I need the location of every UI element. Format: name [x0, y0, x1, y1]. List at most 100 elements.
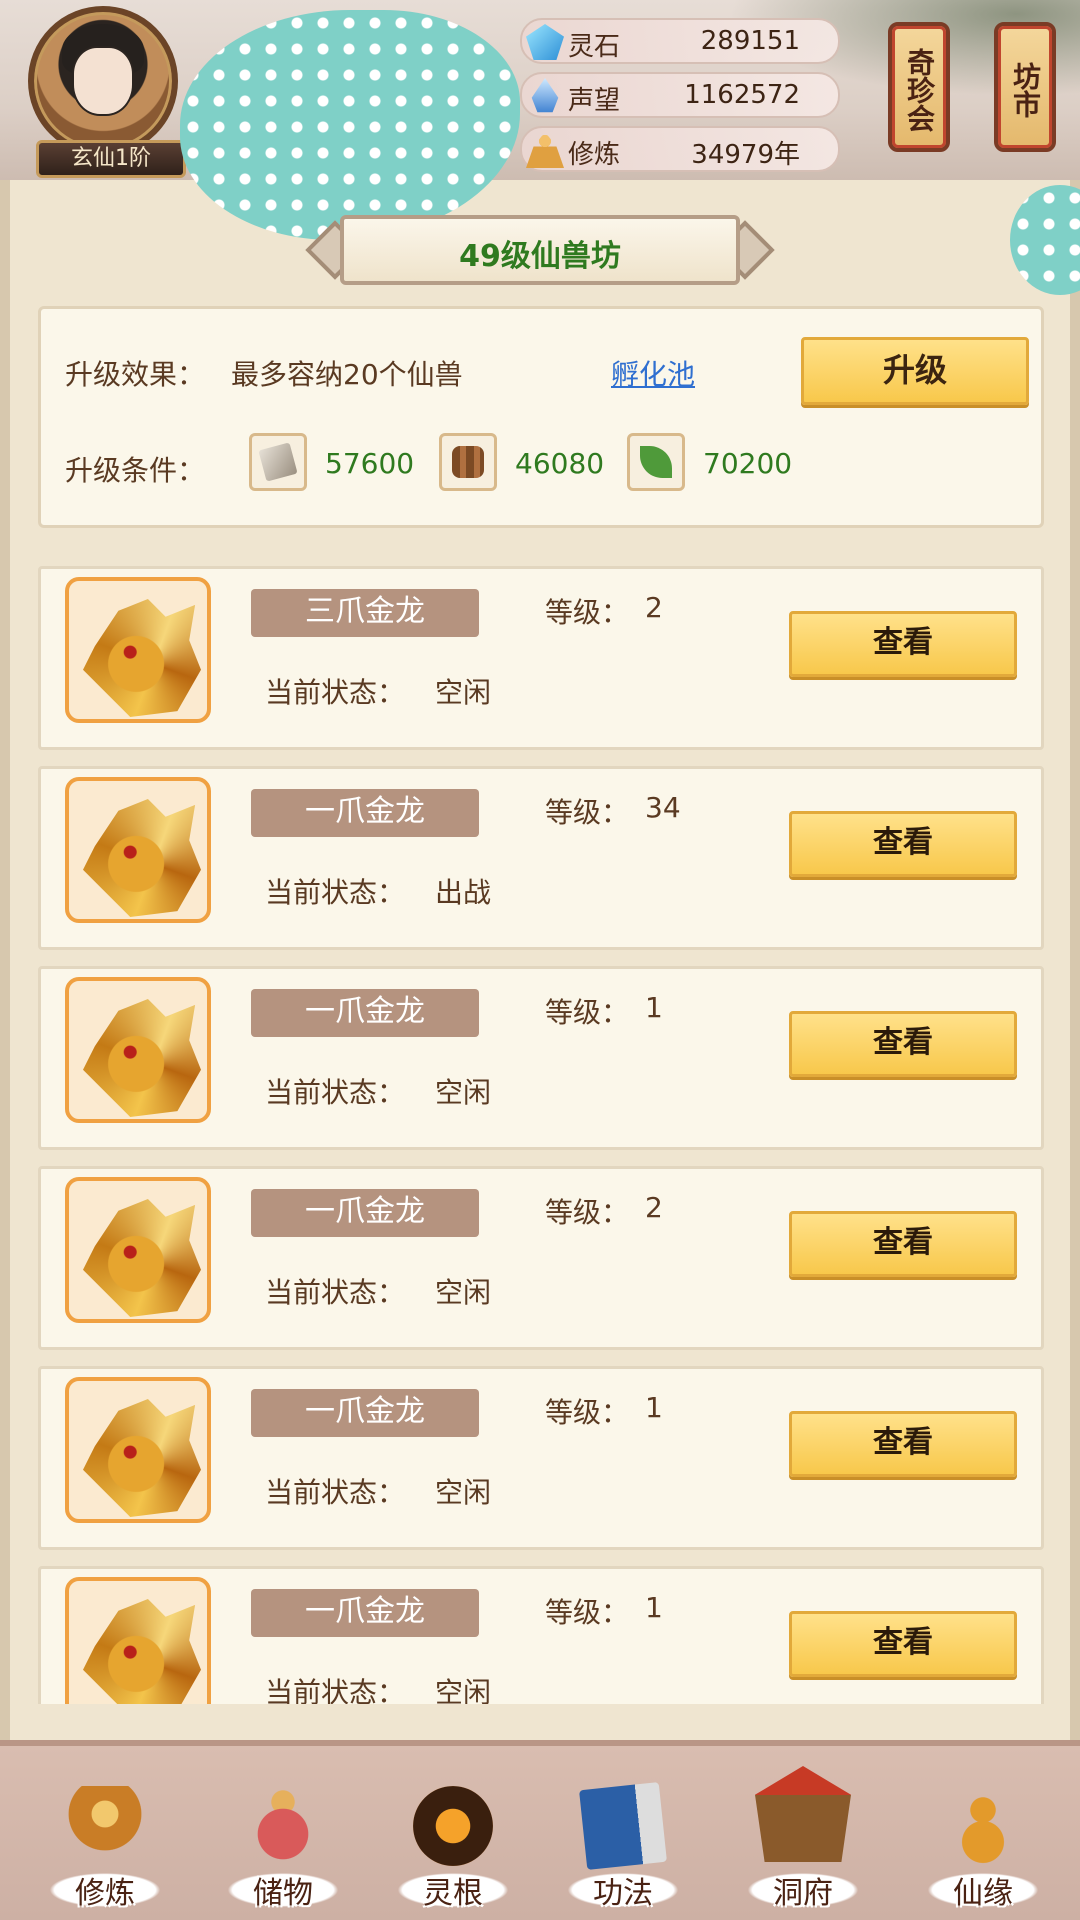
nav-label: 仙缘 [953, 1876, 1013, 1911]
beast-level-value: 1 [645, 991, 663, 1024]
beast-level-value: 2 [645, 1191, 663, 1224]
beast-status-label: 当前状态： [265, 1076, 406, 1109]
beast-name-tag: 一爪金龙 [251, 1389, 479, 1437]
resource-label: 灵石 [568, 32, 621, 62]
beast-list-item: 一爪金龙 等级： 1 当前状态： 空闲 查看 [38, 1366, 1044, 1550]
beast-name-tag: 三爪金龙 [251, 589, 479, 637]
nav-label: 修炼 [75, 1876, 135, 1911]
beast-list[interactable]: 三爪金龙 等级： 2 当前状态： 空闲 查看 一爪金龙 等级： 34 当前状态：… [38, 566, 1044, 1704]
beast-status-value: 空闲 [435, 1276, 492, 1309]
upgrade-info-box: 升级效果： 最多容纳20个仙兽 孵化池 升级 升级条件： 57600 46080… [38, 306, 1044, 528]
beast-list-item: 一爪金龙 等级： 1 当前状态： 空闲 查看 [38, 1566, 1044, 1704]
avatar-face [72, 46, 134, 116]
upgrade-effect-text: 最多容纳20个仙兽 [231, 358, 463, 391]
resource-spirit-stone: 灵石 289151 [520, 18, 840, 64]
beast-status-label: 当前状态： [265, 1276, 406, 1309]
golden-dragon-icon [83, 999, 201, 1117]
beast-status-value: 空闲 [435, 1676, 492, 1704]
beast-portrait[interactable] [65, 1377, 211, 1523]
beast-list-item: 一爪金龙 等级： 2 当前状态： 空闲 查看 [38, 1166, 1044, 1350]
nav-label: 洞府 [773, 1876, 833, 1911]
beast-portrait[interactable] [65, 1577, 211, 1704]
beast-level-label: 等级： [545, 1196, 630, 1229]
title-banner: 49级仙兽坊 [300, 215, 780, 285]
resource-label: 修炼 [568, 140, 621, 170]
wood-material-icon [439, 433, 497, 491]
reputation-icon [531, 78, 559, 113]
beast-name-tag: 一爪金龙 [251, 1189, 479, 1237]
scroll-material-icon [249, 433, 307, 491]
golden-dragon-icon [83, 599, 201, 717]
beast-level-value: 1 [645, 1391, 663, 1424]
beast-level-label: 等级： [545, 1596, 630, 1629]
beast-name-tag: 一爪金龙 [251, 789, 479, 837]
hatching-pool-link[interactable]: 孵化池 [611, 353, 695, 393]
immortal-fate-icon [943, 1786, 1023, 1866]
golden-dragon-icon [83, 1599, 201, 1704]
player-avatar[interactable]: 玄仙1阶 [28, 6, 190, 178]
bottom-nav: 修炼 储物 灵根 功法 洞府 仙缘 [0, 1740, 1080, 1920]
condition-value: 57600 [325, 447, 415, 480]
nav-item-technique[interactable]: 功法 [548, 1782, 698, 1920]
view-button[interactable]: 查看 [789, 811, 1017, 877]
beast-list-item: 三爪金龙 等级： 2 当前状态： 空闲 查看 [38, 566, 1044, 750]
herb-material-icon [627, 433, 685, 491]
view-button[interactable]: 查看 [789, 1211, 1017, 1277]
cultivation-nav-icon [65, 1786, 145, 1866]
beast-status-label: 当前状态： [265, 676, 406, 709]
nav-label: 灵根 [423, 1876, 483, 1911]
beast-level-value: 34 [645, 791, 681, 824]
beast-status-value: 空闲 [435, 1076, 492, 1109]
lantern-label: 坊市 [1009, 62, 1042, 118]
beast-name-tag: 一爪金龙 [251, 1589, 479, 1637]
beast-level-value: 2 [645, 591, 663, 624]
beast-portrait[interactable] [65, 577, 211, 723]
view-button[interactable]: 查看 [789, 1611, 1017, 1677]
view-button[interactable]: 查看 [789, 1411, 1017, 1477]
beast-status-label: 当前状态： [265, 1476, 406, 1509]
beast-level-label: 等级： [545, 1396, 630, 1429]
nav-label: 功法 [593, 1876, 653, 1911]
resource-reputation: 声望 1162572 [520, 72, 840, 118]
beast-portrait[interactable] [65, 1177, 211, 1323]
beast-status-value: 空闲 [435, 676, 492, 709]
beast-portrait[interactable] [65, 777, 211, 923]
nav-item-cultivation[interactable]: 修炼 [30, 1786, 180, 1920]
beast-status-value: 出战 [435, 876, 492, 909]
upgrade-condition-label: 升级条件： [65, 454, 206, 487]
lantern-label: 奇珍会 [903, 48, 936, 132]
nav-label: 储物 [253, 1876, 313, 1911]
top-header: 玄仙1阶 灵石 289151 声望 1162572 修炼 34979年 奇珍会 … [0, 0, 1080, 180]
treasure-auction-lantern-button[interactable]: 奇珍会 [888, 22, 950, 152]
upgrade-button[interactable]: 升级 [801, 337, 1029, 405]
beast-status-label: 当前状态： [265, 876, 406, 909]
resource-cultivation: 修炼 34979年 [520, 126, 840, 172]
golden-dragon-icon [83, 799, 201, 917]
nav-item-immortal-fate[interactable]: 仙缘 [908, 1786, 1058, 1920]
beast-level-label: 等级： [545, 996, 630, 1029]
resource-label: 声望 [568, 86, 621, 116]
nav-item-cave-dwelling[interactable]: 洞府 [728, 1766, 878, 1920]
beast-level-value: 1 [645, 1591, 663, 1624]
market-lantern-button[interactable]: 坊市 [994, 22, 1056, 152]
beast-status-value: 空闲 [435, 1476, 492, 1509]
resource-value: 1162572 [684, 80, 800, 110]
beast-level-label: 等级： [545, 796, 630, 829]
storage-bag-icon [243, 1786, 323, 1866]
view-button[interactable]: 查看 [789, 611, 1017, 677]
upgrade-effect-label: 升级效果： [65, 358, 206, 391]
view-button[interactable]: 查看 [789, 1011, 1017, 1077]
cave-dwelling-icon [755, 1766, 851, 1862]
nav-item-spirit-root[interactable]: 灵根 [378, 1786, 528, 1920]
nav-item-storage[interactable]: 储物 [208, 1786, 358, 1920]
golden-dragon-icon [83, 1199, 201, 1317]
condition-value: 70200 [703, 447, 793, 480]
cultivation-icon [526, 132, 564, 168]
resource-value: 289151 [700, 26, 800, 56]
rank-badge: 玄仙1阶 [36, 140, 186, 178]
beast-list-item: 一爪金龙 等级： 34 当前状态： 出战 查看 [38, 766, 1044, 950]
spirit-stone-icon [526, 24, 564, 60]
beast-portrait[interactable] [65, 977, 211, 1123]
page-title: 49级仙兽坊 [459, 239, 621, 274]
resource-value: 34979年 [691, 140, 800, 170]
